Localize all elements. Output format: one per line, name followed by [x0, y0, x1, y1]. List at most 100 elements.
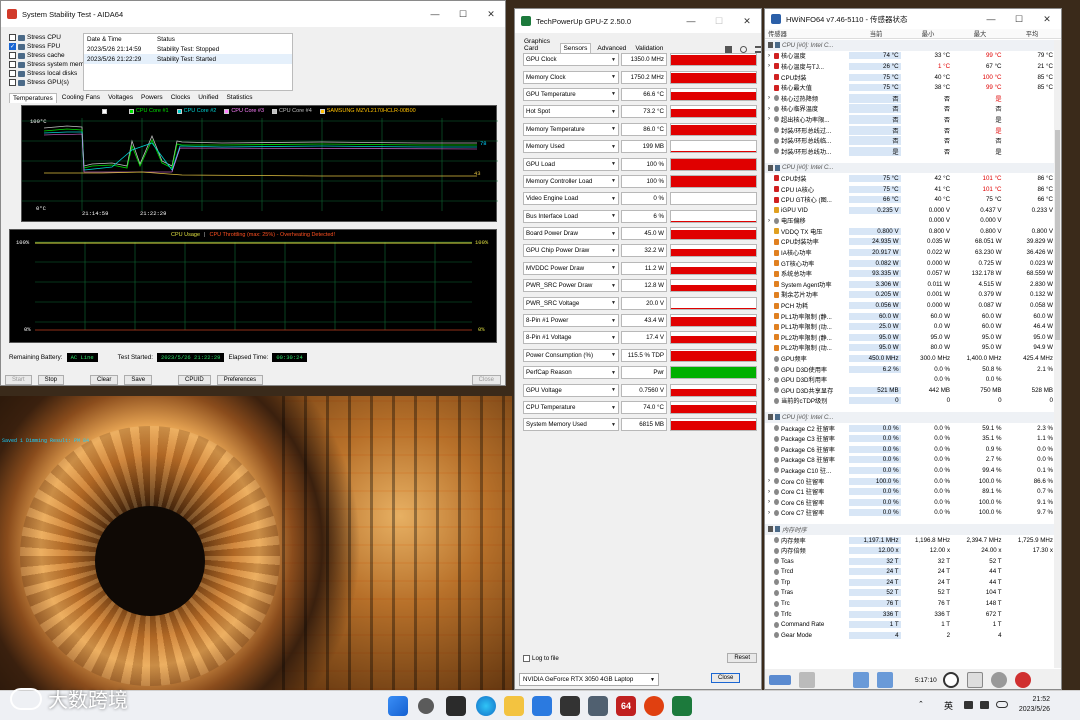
mail-icon[interactable]	[532, 696, 552, 716]
hwinfo-sensor-row[interactable]: 内存频率 1,197.1 MHz 1,196.8 MHz 2,394.7 MHz 1,7…	[765, 535, 1055, 546]
sensor-name-dropdown[interactable]: 8-Pin #1 Power ▼	[523, 314, 619, 328]
clock-icon[interactable]	[942, 672, 959, 688]
hwinfo-sensor-row[interactable]: › 超出核心功率限... 否 否 是	[765, 114, 1055, 125]
close-button[interactable]: ✕	[477, 1, 505, 27]
start-button[interactable]: Start	[5, 375, 32, 385]
sensor-name-dropdown[interactable]: System Memory Used ▼	[523, 418, 619, 432]
hwinfo-section-header[interactable]: CPU [#0]: Intel C...	[765, 412, 1055, 423]
legend-item[interactable]: CPU Core #1	[128, 108, 169, 114]
hwinfo-section-header[interactable]: 内存时序	[765, 524, 1055, 535]
column-current[interactable]: 当前	[850, 29, 902, 38]
hwinfo-sensor-row[interactable]: CPU GT核心 (图... 66 °C 40 °C 75 °C 66 °C	[765, 194, 1055, 205]
battery-icon[interactable]	[996, 701, 1008, 708]
close-button[interactable]: ✕	[1033, 9, 1061, 29]
legend-checkbox[interactable]	[102, 108, 108, 114]
stress-option[interactable]: Stress local disks	[9, 69, 84, 78]
hwinfo-sensor-row[interactable]: › 核心过热降频 否 否 是	[765, 93, 1055, 104]
column-sensor[interactable]: 传感器	[765, 29, 850, 38]
checkbox[interactable]	[9, 79, 16, 86]
stress-option[interactable]: ✓ Stress FPU	[9, 42, 84, 51]
hwinfo-sensor-row[interactable]: › 核心临界温度 否 否 否	[765, 104, 1055, 115]
gpuz-taskbar-icon[interactable]	[672, 696, 692, 716]
scrollbar[interactable]	[1054, 40, 1061, 668]
maximize-button[interactable]: ☐	[1005, 9, 1033, 29]
hwinfo-section-header[interactable]: CPU [#0]: Intel C...	[765, 162, 1055, 174]
tab-unified[interactable]: Unified	[195, 93, 221, 103]
hwinfo-sensor-row[interactable]: Trfc 336 T 336 T 672 T	[765, 609, 1055, 620]
sensor-name-dropdown[interactable]: Memory Used ▼	[523, 140, 619, 154]
hwinfo-sensor-row[interactable]: Tras 52 T 52 T 104 T	[765, 588, 1055, 599]
sensor-name-dropdown[interactable]: CPU Temperature ▼	[523, 401, 619, 414]
collapse-icon[interactable]	[768, 526, 773, 533]
expand-icon[interactable]: ›	[768, 478, 773, 484]
collapse-icon[interactable]	[768, 42, 773, 49]
legend-item[interactable]: CPU	[102, 108, 121, 114]
gpuz-window[interactable]: TechPowerUp GPU-Z 2.50.0 — ☐ ✕ Graphics …	[514, 8, 762, 690]
sensor-name-dropdown[interactable]: GPU Chip Power Draw ▼	[523, 244, 619, 258]
file-explorer-icon[interactable]	[504, 696, 524, 716]
hwinfo-sensor-row[interactable]: PL1功率限制 (动... 25.0 W 0.0 W 60.0 W 46.4 W	[765, 321, 1055, 332]
reset-button[interactable]: Reset	[727, 653, 757, 663]
gpuz-titlebar[interactable]: TechPowerUp GPU-Z 2.50.0 — ☐ ✕	[515, 9, 761, 33]
hwinfo-sensor-row[interactable]: 当前的cTDP级别 0 0 0 0	[765, 396, 1055, 407]
hwinfo-sensor-row[interactable]: › Core C6 驻留率 0.0 % 0.0 % 100.0 % 9.1 %	[765, 497, 1055, 508]
hwinfo-sensor-row[interactable]: GPU D3D使用率 6.2 % 0.0 % 50.8 % 2.1 %	[765, 364, 1055, 375]
clear-button[interactable]: Clear	[90, 375, 119, 385]
hwinfo-sensor-row[interactable]: › Core C7 驻留率 0.0 % 0.0 % 100.0 % 9.7 %	[765, 508, 1055, 519]
sensor-name-dropdown[interactable]: Memory Controller Load ▼	[523, 174, 619, 188]
hwinfo-sensor-row[interactable]: Command Rate 1 T 1 T 1 T	[765, 619, 1055, 630]
gpu-select[interactable]: NVIDIA GeForce RTX 3050 4GB Laptop ▼	[519, 673, 659, 686]
hwinfo-sensor-row[interactable]: CPU封装 75 °C 40 °C 100 °C 85 °C	[765, 72, 1055, 83]
legend-checkbox[interactable]	[128, 108, 134, 114]
hwinfo-sensor-row[interactable]: Package C2 驻留率 0.0 % 0.0 % 59.1 % 2.3 %	[765, 423, 1055, 434]
network-icon[interactable]	[853, 672, 869, 688]
legend-checkbox[interactable]	[176, 108, 182, 114]
expand-icon[interactable]: ›	[768, 106, 773, 112]
checkbox[interactable]	[9, 70, 16, 77]
log-row[interactable]: 2023/5/26 21:22:29 Stability Test: Starte…	[84, 54, 292, 64]
sensor-name-dropdown[interactable]: PWR_SRC Power Draw ▼	[523, 279, 619, 293]
hwinfo-sensor-row[interactable]: System Agent功率 3.306 W 0.011 W 4.515 W 2.830…	[765, 279, 1055, 290]
edge-icon[interactable]	[476, 696, 496, 716]
hwinfo-sensor-row[interactable]: 剩余芯片功率 0.205 W 0.001 W 0.379 W 0.132 W	[765, 290, 1055, 301]
minimize-button[interactable]: —	[677, 9, 705, 33]
sensor-name-dropdown[interactable]: GPU Load ▼	[523, 157, 619, 171]
minimize-button[interactable]: —	[421, 1, 449, 27]
tab-voltages[interactable]: Voltages	[105, 93, 136, 103]
expand-icon[interactable]: ›	[768, 53, 773, 59]
sensor-name-dropdown[interactable]: GPU Voltage ▼	[523, 383, 619, 397]
hwinfo-sensor-row[interactable]: GT核心功率 0.082 W 0.000 W 0.725 W 0.023 W	[765, 258, 1055, 269]
scrollbar-thumb[interactable]	[1055, 130, 1060, 340]
hwinfo-sensor-row[interactable]: PL1功率限制 (静... 60.0 W 60.0 W 60.0 W 60.0 W	[765, 311, 1055, 322]
store-icon[interactable]	[560, 696, 580, 716]
hwinfo-window[interactable]: HWiNFO64 v7.46-5110 - 传感器状态 — ☐ ✕ 传感器 当前…	[764, 8, 1062, 690]
report-icon[interactable]	[966, 672, 983, 688]
sensor-name-dropdown[interactable]: GPU Clock ▼	[523, 53, 619, 67]
hwinfo-sensor-row[interactable]: › GPU D3D利用率 0.0 % 0.0 %	[765, 374, 1055, 385]
hwinfo-sensor-row[interactable]: Trcd 24 T 24 T 44 T	[765, 567, 1055, 578]
hwinfo-sensor-row[interactable]: GPU频率 450.0 MHz 300.0 MHz 1,400.0 MHz 425.4 …	[765, 353, 1055, 364]
hwinfo-sensor-row[interactable]: CPU IA核心 75 °C 41 °C 101 °C 86 °C	[765, 184, 1055, 195]
expand-icon[interactable]: ›	[768, 116, 773, 122]
tab-powers[interactable]: Powers	[138, 93, 166, 103]
close-button[interactable]: ✕	[733, 9, 761, 33]
preferences-button[interactable]: Preferences	[216, 375, 264, 385]
calculator-icon[interactable]	[588, 696, 608, 716]
sensor-name-dropdown[interactable]: MVDDC Power Draw ▼	[523, 261, 619, 275]
hwinfo-sensor-row[interactable]: › Core C1 驻留率 0.0 % 0.0 % 89.1 % 0.7 %	[765, 486, 1055, 497]
start-icon[interactable]	[388, 696, 408, 716]
hwinfo-sensor-row[interactable]: Trc 76 T 76 T 148 T	[765, 598, 1055, 609]
expand-icon[interactable]: ›	[768, 95, 773, 101]
stress-option[interactable]: Stress cache	[9, 51, 84, 60]
volume-icon[interactable]	[980, 701, 989, 709]
expand-icon[interactable]: ›	[768, 489, 773, 495]
hwinfo-sensor-row[interactable]: › Core C0 驻留率 100.0 % 0.0 % 100.0 % 86.6 %	[765, 476, 1055, 487]
hwinfo-sensor-row[interactable]: 封装/环形总线功... 是 否 是	[765, 146, 1055, 157]
hwinfo-sensor-row[interactable]: › 核心温度 74 °C 33 °C 99 °C 79 °C	[765, 51, 1055, 62]
hwinfo-sensor-row[interactable]: Package C6 驻留率 0.0 % 0.0 % 0.9 % 0.0 %	[765, 444, 1055, 455]
sensor-name-dropdown[interactable]: Memory Temperature ▼	[523, 122, 619, 136]
aida64-taskbar-icon[interactable]: 64	[616, 696, 636, 716]
column-min[interactable]: 最小	[902, 29, 954, 38]
tab-clocks[interactable]: Clocks	[168, 93, 194, 103]
hwinfo-sensor-row[interactable]: › 电压偏移 0.000 V 0.000 V	[765, 216, 1055, 227]
